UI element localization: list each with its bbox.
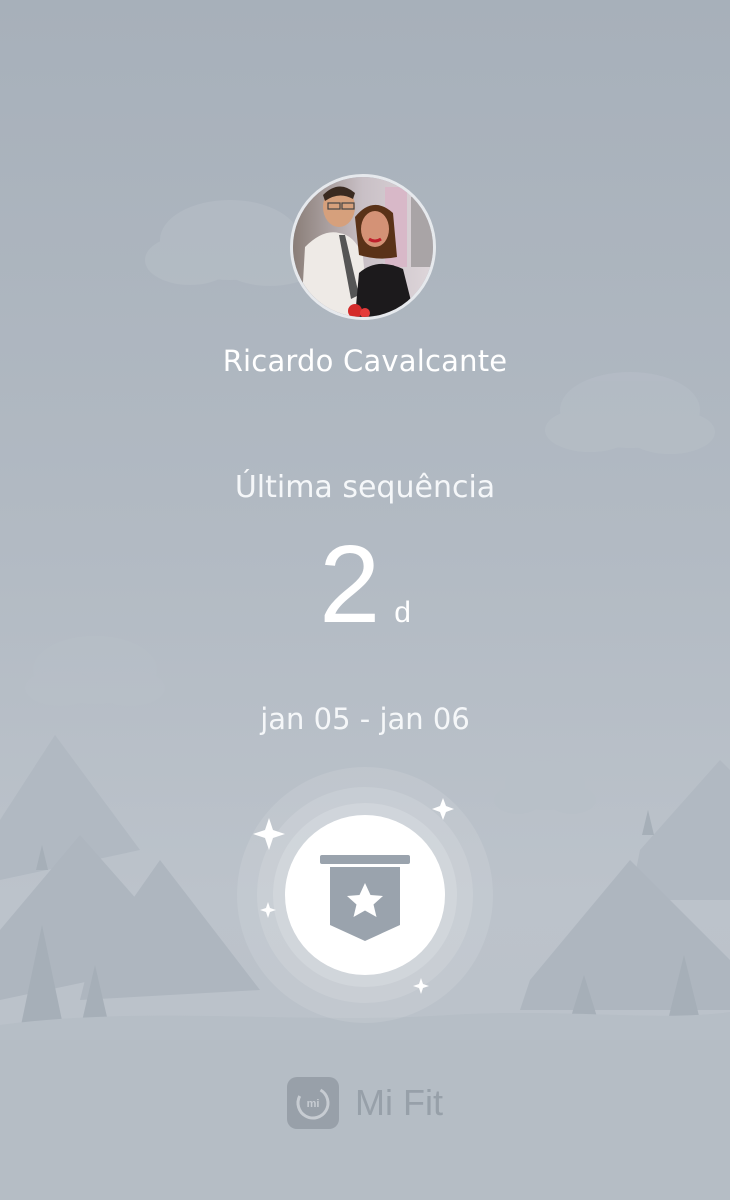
streak-date-range: jan 05 - jan 06: [260, 702, 470, 736]
streak-value-container: 2d: [0, 520, 730, 650]
mi-fit-logo-icon: mi: [287, 1077, 339, 1129]
streak-badge[interactable]: [215, 750, 515, 1050]
brand-name: Mi Fit: [355, 1082, 443, 1123]
streak-label: Última sequência: [234, 470, 496, 505]
user-name: Ricardo Cavalcante: [222, 344, 508, 378]
footer-brand: mi Mi Fit: [0, 1073, 730, 1133]
avatar-photo: [293, 177, 433, 317]
streak-unit: d: [394, 596, 411, 629]
logo-text: mi: [307, 1098, 320, 1110]
streak-value: 2: [319, 523, 381, 646]
mi-fit-ring-icon: mi: [296, 1086, 330, 1120]
star-banner-icon: [320, 855, 410, 941]
achievement-screen: Ricardo Cavalcante Última sequência 2d j…: [0, 0, 730, 1200]
user-avatar[interactable]: [290, 174, 436, 320]
